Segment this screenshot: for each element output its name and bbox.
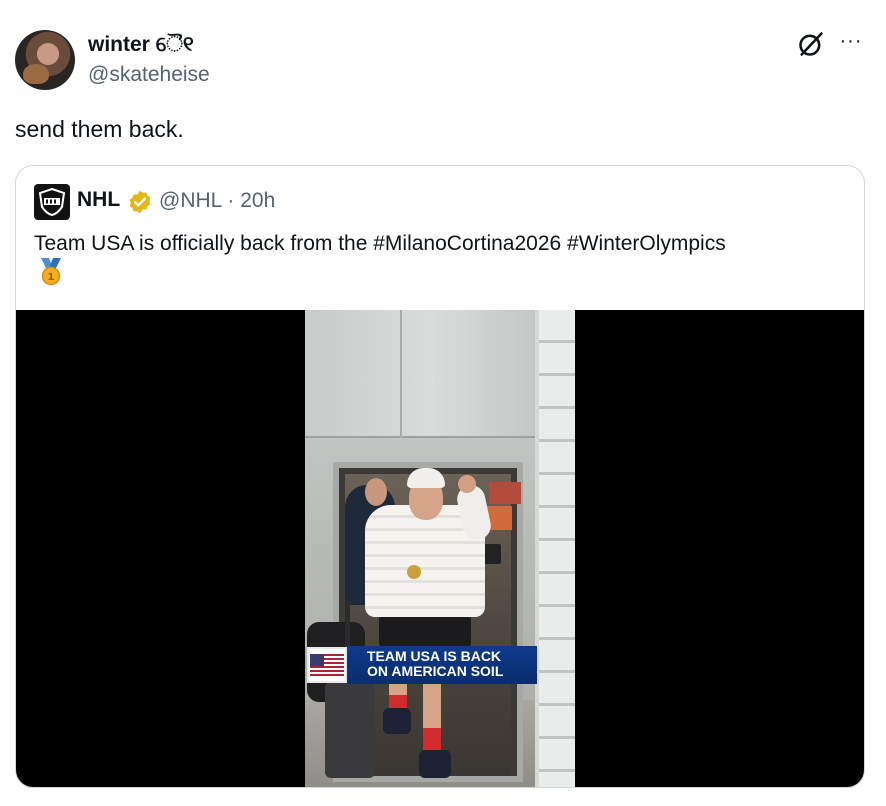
overlay-text: TEAM USA IS BACK ON AMERICAN SOIL xyxy=(347,646,537,684)
svg-text:1: 1 xyxy=(48,272,55,283)
author-handle[interactable]: @skateheise xyxy=(88,63,210,87)
gold-medal-emoji: 1 xyxy=(41,258,61,286)
quoted-display-name[interactable]: NHL xyxy=(77,188,120,212)
suitcase xyxy=(325,682,375,778)
more-options-icon[interactable]: ··· xyxy=(838,28,864,54)
ceiling-panels xyxy=(305,310,535,438)
quoted-tweet-text: Team USA is officially back from the #Mi… xyxy=(34,232,726,255)
athlete-sock-right xyxy=(423,728,441,750)
gold-verified-badge-icon xyxy=(129,190,151,214)
tweet-text: send them back. xyxy=(15,116,184,142)
athlete-fist xyxy=(458,475,476,493)
nhl-shield-icon xyxy=(38,187,66,217)
athlete-shoe-left xyxy=(383,708,411,734)
glass-block-wall xyxy=(535,310,575,787)
grok-icon[interactable] xyxy=(797,30,825,58)
avatar-dog xyxy=(23,64,49,84)
video-player[interactable]: TEAM USA IS BACK ON AMERICAN SOIL xyxy=(16,310,864,787)
athlete-sock-left xyxy=(389,695,407,709)
us-flag-icon xyxy=(307,647,347,683)
athlete-shoe-right xyxy=(419,750,451,778)
gold-medal xyxy=(407,565,421,579)
athlete-shorts xyxy=(379,615,471,647)
video-caption-overlay: TEAM USA IS BACK ON AMERICAN SOIL xyxy=(305,646,555,684)
author-name-text: winter xyxy=(88,33,150,56)
overlay-line-1: TEAM USA IS BACK xyxy=(367,648,502,664)
author-avatar[interactable] xyxy=(15,30,75,90)
person-background-head xyxy=(365,478,387,506)
panel-seam xyxy=(400,310,402,438)
video-frame: TEAM USA IS BACK ON AMERICAN SOIL xyxy=(305,310,575,787)
author-name-emoji: ୈ୧ xyxy=(155,33,194,56)
author-display-name[interactable]: winter ୈ୧ xyxy=(88,33,194,57)
overlay-line-2: ON AMERICAN SOIL xyxy=(367,663,504,679)
quoted-tweet-card[interactable]: NHL @NHL · 20h Team USA is officially ba… xyxy=(15,165,865,788)
nhl-avatar[interactable] xyxy=(34,184,70,220)
athlete-cap xyxy=(407,468,445,488)
tweet: winter ୈ୧ @skateheise ··· send them back… xyxy=(0,0,886,806)
wall-sign xyxy=(489,482,521,504)
quoted-handle-time[interactable]: @NHL · 20h xyxy=(159,189,275,213)
